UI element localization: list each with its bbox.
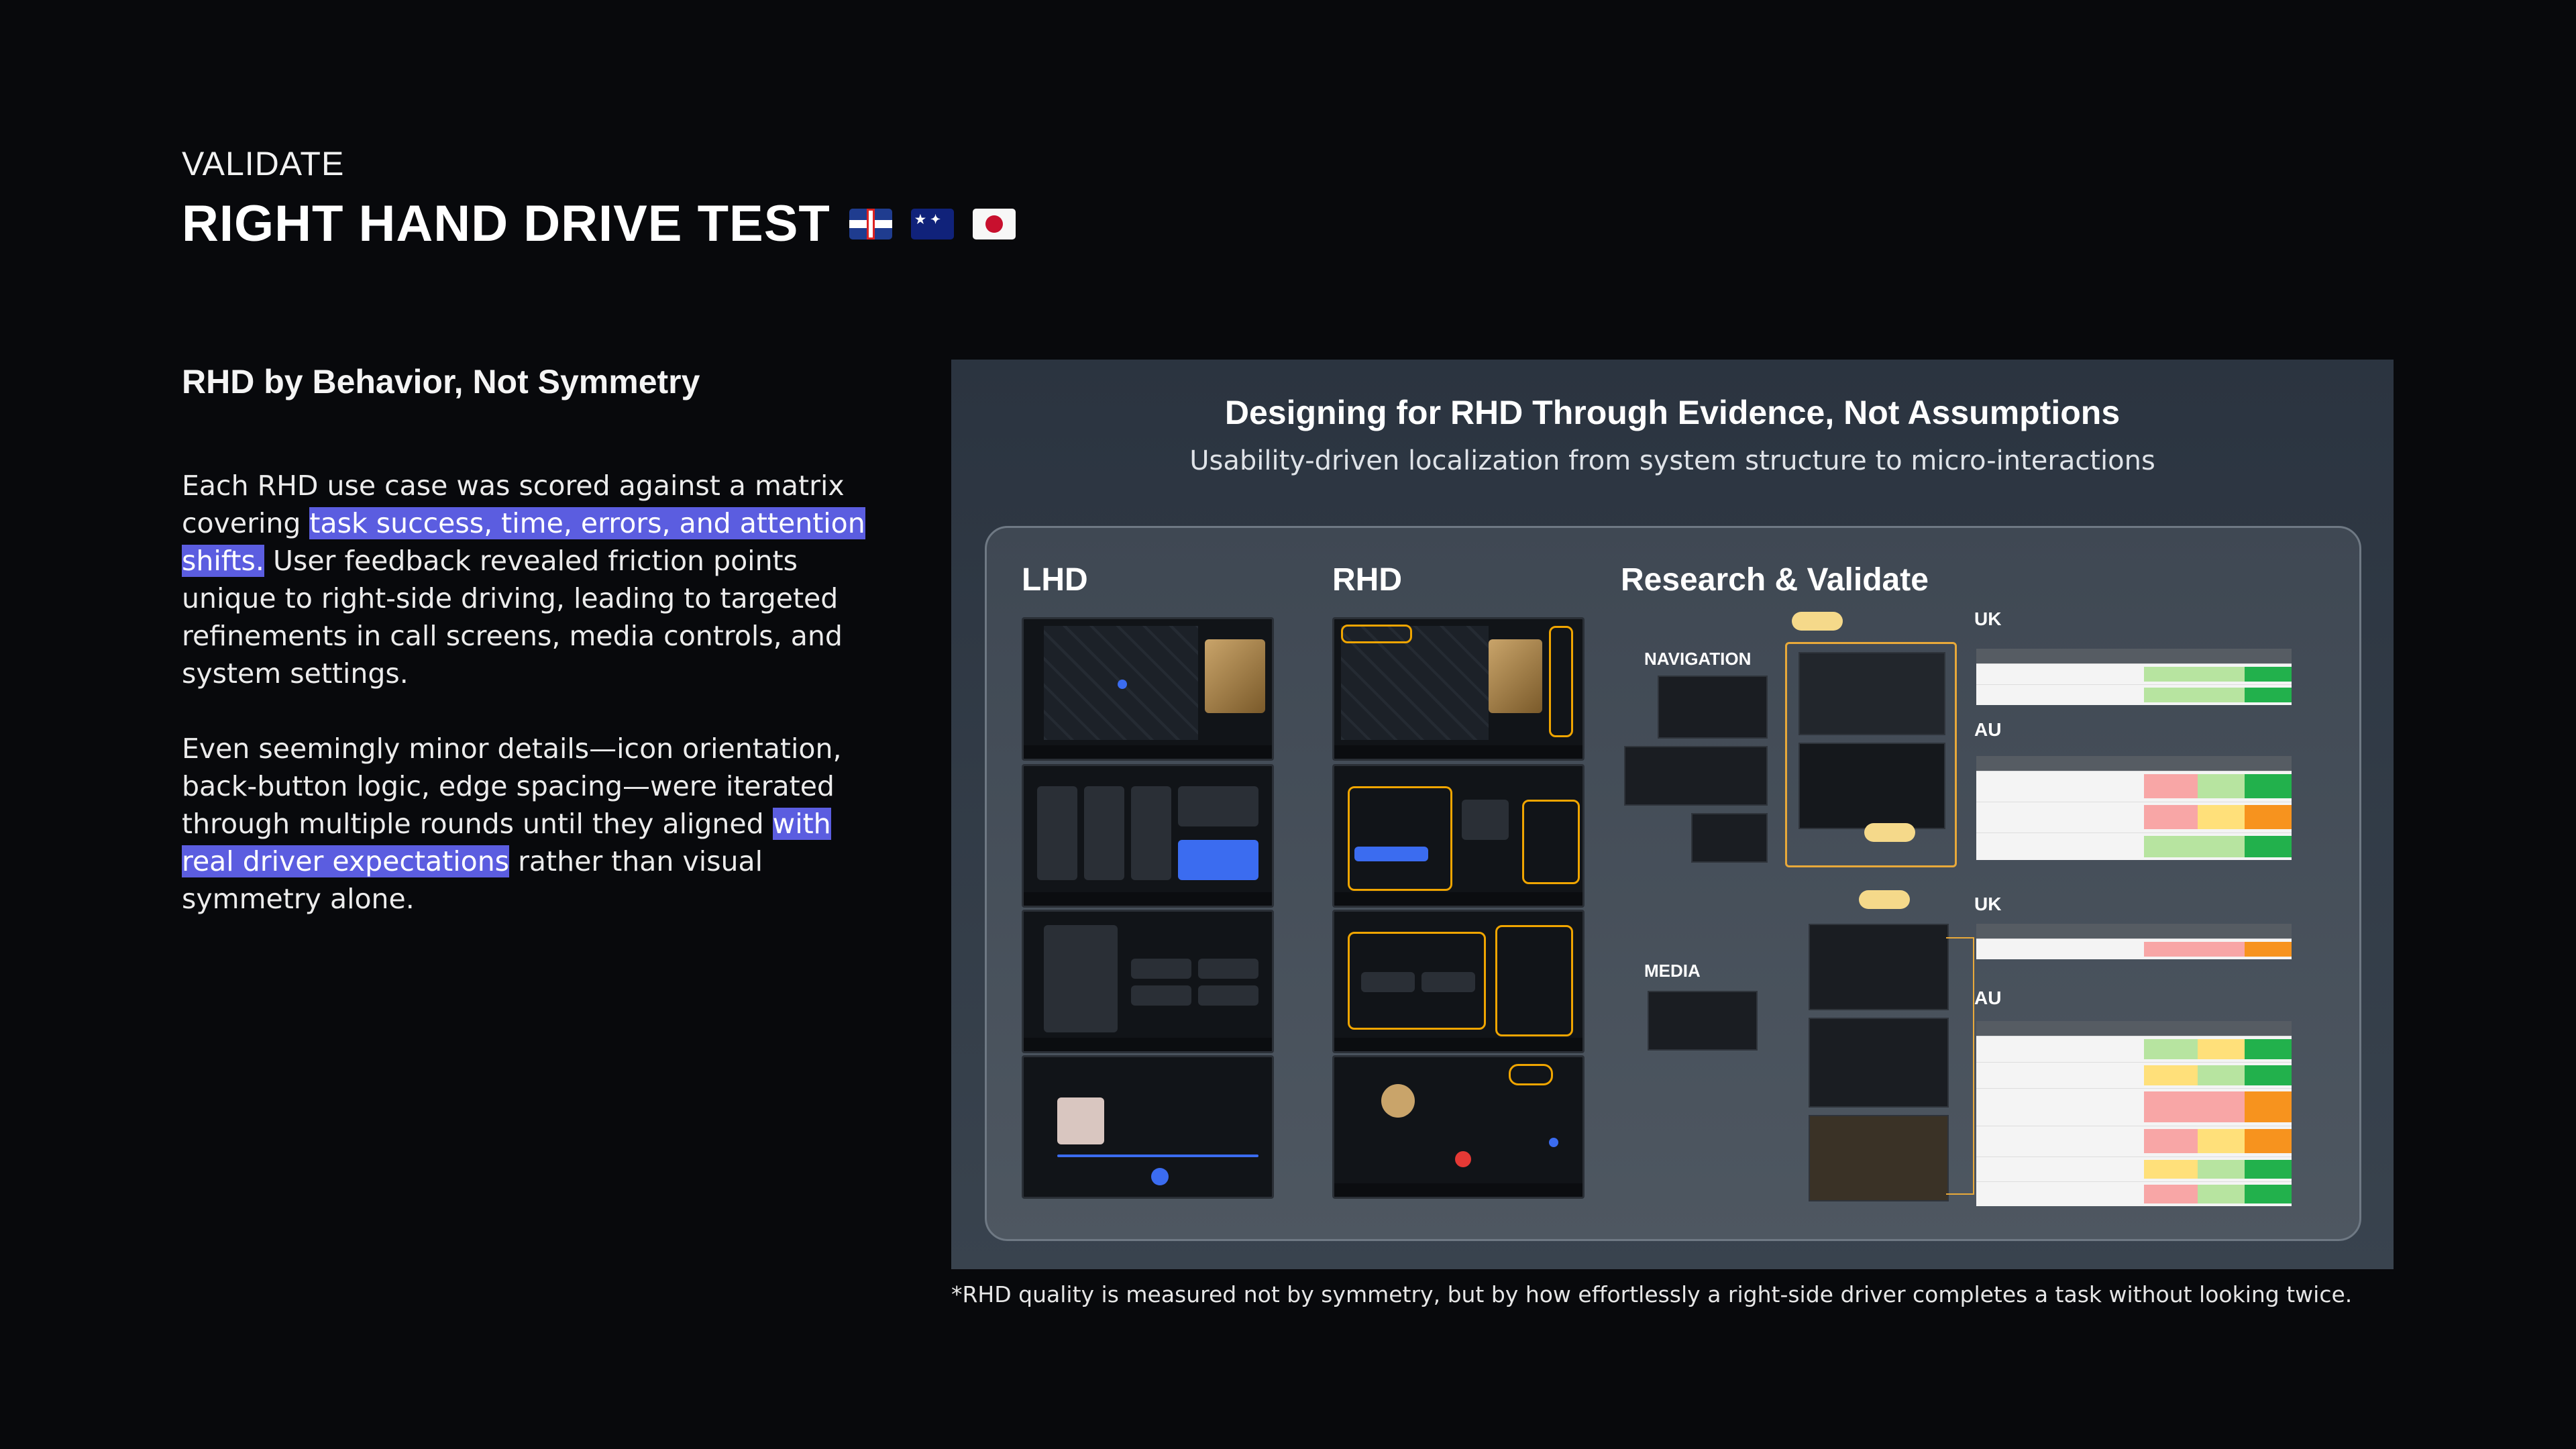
eyebrow-label: VALIDATE	[182, 145, 345, 182]
rhd-call-screen	[1332, 1055, 1585, 1199]
nav-rhd-keyboard-shot	[1799, 652, 1945, 735]
lhd-quick-settings-screen	[1022, 764, 1274, 908]
nav-au-label: AU	[1974, 719, 2002, 740]
australia-flag-icon	[910, 208, 954, 239]
paragraph-2-text-a: Even seemingly minor details—icon orient…	[182, 733, 842, 840]
media-uk-table	[1976, 924, 2292, 959]
rhd-navigation-screen	[1332, 617, 1585, 761]
page-title-text: RIGHT HAND DRIVE TEST	[182, 195, 830, 252]
media-rhd-shot-3	[1809, 1115, 1949, 1201]
lhd-navigation-screen	[1022, 617, 1274, 761]
media-rhd-shot-1	[1809, 924, 1949, 1010]
nav-keyboard-shot-2	[1624, 746, 1768, 806]
panel-subtitle: Usability-driven localization from syste…	[1189, 445, 2155, 476]
japan-flag-icon	[972, 208, 1016, 239]
nav-rhd-map-shot	[1799, 743, 1945, 829]
uk-flag-icon	[849, 208, 892, 239]
comparison-board: LHD RHD Research & Validate NAVIGATION U…	[985, 526, 2361, 1241]
rhd-settings-screen	[1332, 910, 1585, 1053]
media-au-table	[1976, 1021, 2292, 1206]
paragraph-1-text-b: User feedback revealed friction points u…	[182, 545, 843, 690]
nav-keyboard-shot-1	[1658, 676, 1768, 739]
research-heading: Research & Validate	[1621, 562, 1929, 598]
paragraph-1: Each RHD use case was scored against a m…	[182, 467, 873, 692]
paragraph-2: Even seemingly minor details—icon orient…	[182, 730, 873, 918]
lhd-media-screen	[1022, 1055, 1274, 1199]
media-label: MEDIA	[1644, 961, 1701, 981]
media-uk-label: UK	[1974, 894, 2002, 914]
nav-note-pill	[1792, 612, 1843, 631]
nav-au-table	[1976, 756, 2292, 860]
navigation-label: NAVIGATION	[1644, 649, 1752, 669]
media-lhd-shot	[1648, 991, 1758, 1051]
media-connector	[1946, 937, 1974, 1195]
lhd-settings-screen	[1022, 910, 1274, 1053]
media-note-pill	[1859, 890, 1910, 909]
nav-uk-table	[1976, 649, 2292, 705]
page-title: RIGHT HAND DRIVE TEST	[182, 195, 1016, 253]
footnote: *RHD quality is measured not by symmetry…	[951, 1281, 2353, 1307]
nav-uk-label: UK	[1974, 608, 2002, 629]
lhd-heading: LHD	[1022, 562, 1088, 598]
nav-note-pill-2	[1864, 823, 1915, 842]
nav-keyboard-shot-3	[1691, 813, 1768, 863]
section-subhead: RHD by Behavior, Not Symmetry	[182, 363, 700, 400]
media-au-label: AU	[1974, 987, 2002, 1008]
evidence-panel: Designing for RHD Through Evidence, Not …	[951, 360, 2394, 1269]
panel-title: Designing for RHD Through Evidence, Not …	[1224, 394, 2121, 431]
rhd-quick-settings-screen	[1332, 764, 1585, 908]
rhd-heading: RHD	[1332, 562, 1402, 598]
media-rhd-shot-2	[1809, 1018, 1949, 1108]
